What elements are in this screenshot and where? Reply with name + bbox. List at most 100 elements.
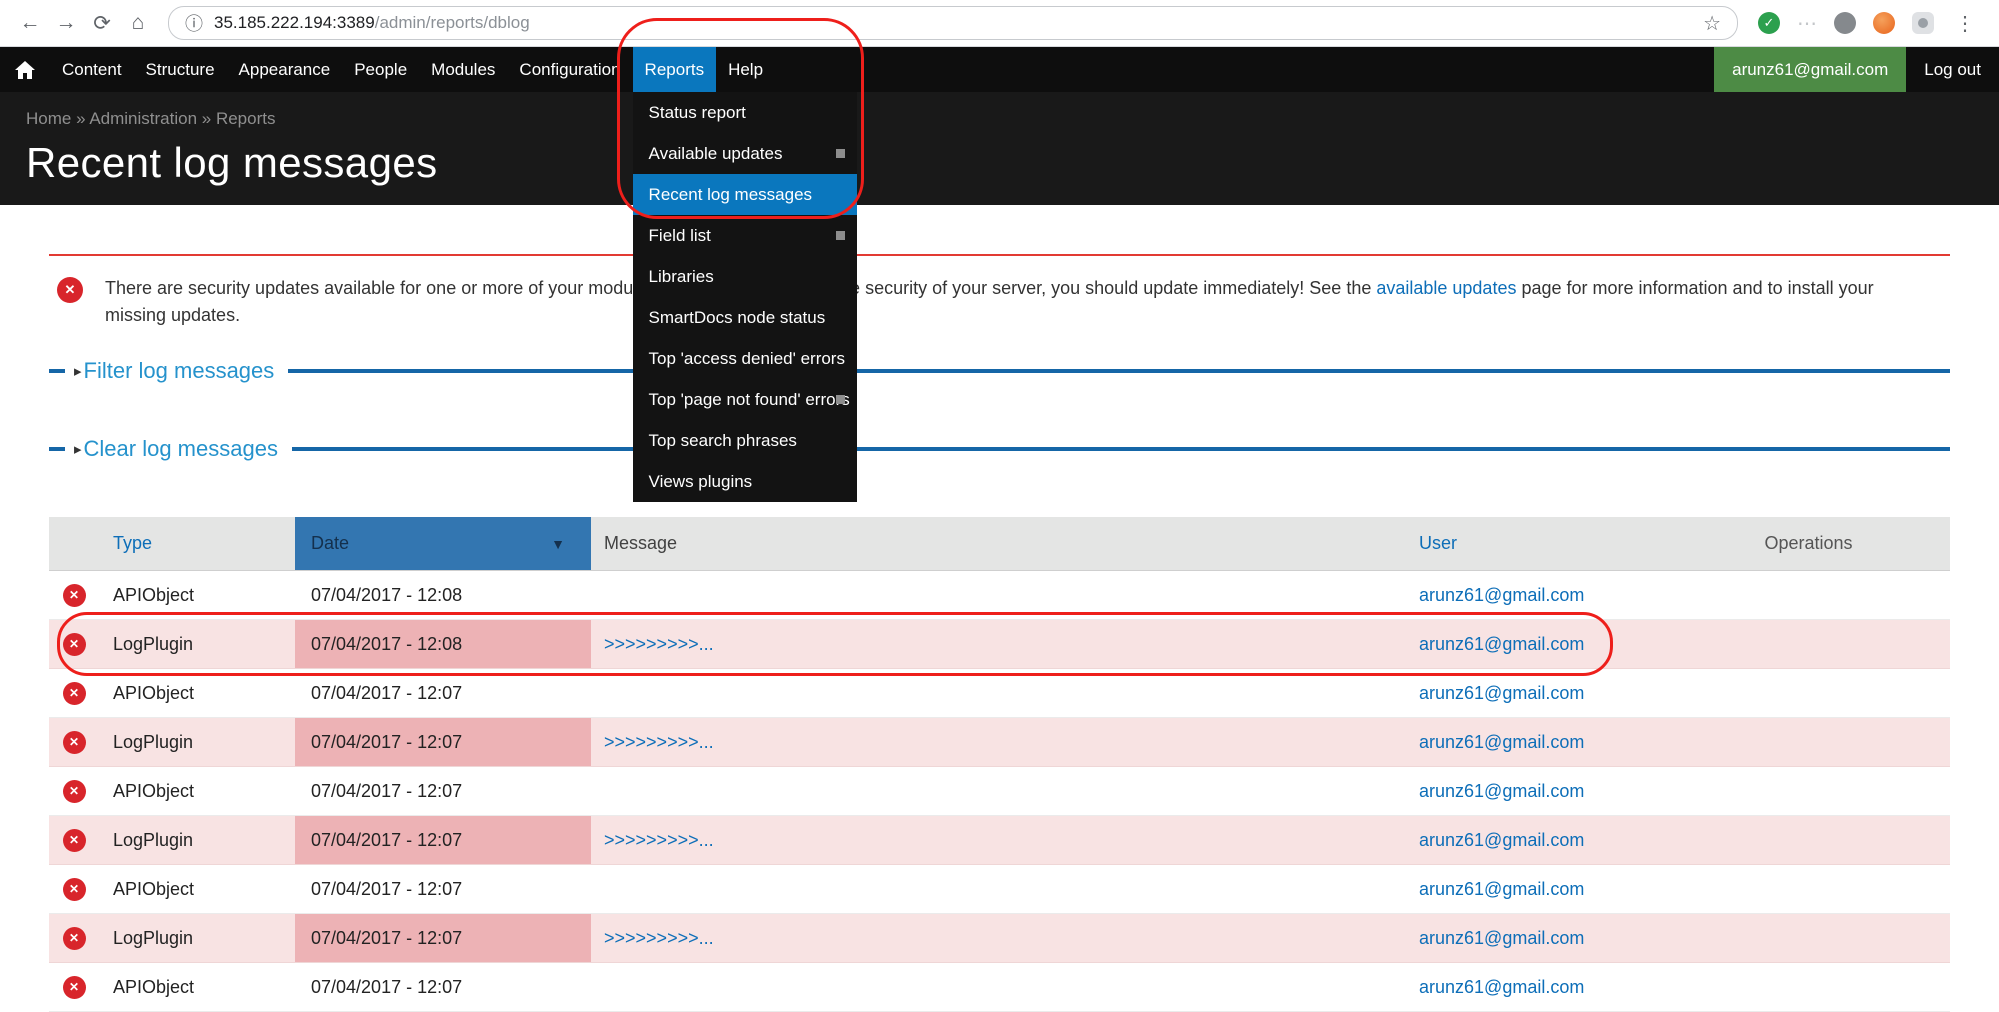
menu-item-field-list[interactable]: Field list [633, 215, 857, 256]
update-indicator-icon [836, 149, 845, 158]
collapse-arrow-icon: ▸ [74, 362, 82, 380]
error-icon: ✕ [63, 731, 86, 754]
menu-item-views-plugins[interactable]: Views plugins [633, 461, 857, 502]
menu-item-libraries[interactable]: Libraries [633, 256, 857, 297]
url-path: /admin/reports/dblog [375, 13, 530, 32]
toolbar-item-modules[interactable]: Modules [419, 47, 507, 92]
menu-item-recent-log-messages[interactable]: Recent log messages [633, 174, 857, 215]
header-type[interactable]: Type [99, 517, 295, 570]
update-indicator-icon [836, 231, 845, 240]
error-icon: ✕ [63, 780, 86, 803]
clear-log-messages-toggle[interactable]: Clear log messages [84, 436, 278, 462]
log-user-cell: arunz61@gmail.com [1399, 571, 1667, 619]
menu-item-top-search-phrases[interactable]: Top search phrases [633, 420, 857, 461]
logout-link[interactable]: Log out [1906, 47, 1999, 92]
breadcrumb-link-reports[interactable]: Reports [216, 109, 276, 128]
header-user-label: User [1419, 533, 1457, 554]
log-message-link[interactable]: >>>>>>>>>... [604, 634, 714, 655]
log-type-cell: APIObject [99, 767, 295, 815]
toolbar-item-label: Modules [431, 60, 495, 80]
user-link[interactable]: arunz61@gmail.com [1419, 830, 1584, 851]
user-link[interactable]: arunz61@gmail.com [1419, 585, 1584, 606]
log-user-cell: arunz61@gmail.com [1399, 620, 1667, 668]
error-icon: ✕ [63, 682, 86, 705]
log-user-cell: arunz61@gmail.com [1399, 816, 1667, 864]
log-message-link[interactable]: >>>>>>>>>... [604, 928, 714, 949]
log-operations-cell [1667, 767, 1950, 815]
toolbar-item-label: Structure [146, 60, 215, 80]
filter-log-messages-toggle[interactable]: Filter log messages [84, 358, 275, 384]
fieldset-clear-log-messages: ▸ Clear log messages [49, 433, 1950, 465]
log-date-cell: 07/04/2017 - 12:07 [295, 914, 591, 962]
extension-orange-icon[interactable] [1873, 12, 1895, 34]
toolbar-item-structure[interactable]: Structure [134, 47, 227, 92]
toolbar-item-help[interactable]: Help [716, 47, 775, 92]
available-updates-link[interactable]: available updates [1376, 278, 1516, 298]
browser-menu-icon[interactable]: ⋮ [1951, 11, 1979, 36]
log-type-cell: LogPlugin [99, 718, 295, 766]
reload-icon[interactable]: ⟳ [84, 11, 120, 36]
log-date-cell: 07/04/2017 - 12:07 [295, 963, 591, 1011]
user-link[interactable]: arunz61@gmail.com [1419, 879, 1584, 900]
log-operations-cell [1667, 963, 1950, 1011]
log-row: ✕APIObject07/04/2017 - 12:07arunz61@gmai… [49, 767, 1950, 816]
menu-item-smartdocs-node-status[interactable]: SmartDocs node status [633, 297, 857, 338]
log-user-cell: arunz61@gmail.com [1399, 914, 1667, 962]
user-link[interactable]: arunz61@gmail.com [1419, 977, 1584, 998]
severity-cell: ✕ [49, 963, 99, 1011]
log-type-cell: APIObject [99, 571, 295, 619]
header-date[interactable]: Date▼ [295, 517, 591, 570]
back-icon[interactable]: ← [12, 11, 48, 35]
toolbar-item-label: Help [728, 60, 763, 80]
user-link[interactable]: arunz61@gmail.com [1419, 732, 1584, 753]
toolbar-home-icon[interactable] [0, 47, 50, 92]
toolbar-item-appearance[interactable]: Appearance [227, 47, 343, 92]
bookmark-star-icon[interactable]: ☆ [1703, 11, 1721, 36]
header-date-label: Date [311, 533, 349, 554]
user-link[interactable]: arunz61@gmail.com [1419, 928, 1584, 949]
toolbar-item-people[interactable]: People [342, 47, 419, 92]
breadcrumb-separator: » [71, 109, 89, 128]
log-message-link[interactable]: >>>>>>>>>... [604, 830, 714, 851]
user-link[interactable]: arunz61@gmail.com [1419, 683, 1584, 704]
breadcrumb-link-administration[interactable]: Administration [89, 109, 197, 128]
log-operations-cell [1667, 669, 1950, 717]
extension-shape-icon[interactable] [1834, 12, 1856, 34]
user-email-badge[interactable]: arunz61@gmail.com [1714, 47, 1906, 92]
toolbar-item-content[interactable]: Content [50, 47, 134, 92]
address-bar[interactable]: ⓘ 35.185.222.194:3389/admin/reports/dblo… [168, 6, 1738, 40]
browser-chrome: ← → ⟳ ⌂ ⓘ 35.185.222.194:3389/admin/repo… [0, 0, 1999, 47]
header-operations: Operations [1667, 517, 1950, 570]
header-user[interactable]: User [1399, 517, 1667, 570]
breadcrumb-link-home[interactable]: Home [26, 109, 71, 128]
severity-cell: ✕ [49, 620, 99, 668]
log-row: ✕APIObject07/04/2017 - 12:07arunz61@gmai… [49, 669, 1950, 718]
log-message-link[interactable]: >>>>>>>>>... [604, 732, 714, 753]
menu-item-top-page-not-found-errors[interactable]: Top 'page not found' errors [633, 379, 857, 420]
log-type-cell: APIObject [99, 963, 295, 1011]
user-link[interactable]: arunz61@gmail.com [1419, 781, 1584, 802]
menu-item-available-updates[interactable]: Available updates [633, 133, 857, 174]
log-row: ✕APIObject07/04/2017 - 12:07 arunz61@gmai… [49, 963, 1950, 1012]
forward-icon[interactable]: → [48, 11, 84, 35]
log-operations-cell [1667, 571, 1950, 619]
log-row: ✕APIObject07/04/2017 - 12:07arunz61@gmai… [49, 865, 1950, 914]
browser-home-icon[interactable]: ⌂ [120, 11, 156, 35]
user-link[interactable]: arunz61@gmail.com [1419, 634, 1584, 655]
fieldset-border-line [288, 369, 1950, 373]
toolbar-item-reports[interactable]: ReportsStatus reportAvailable updatesRec… [633, 47, 717, 92]
extension-dim-icon[interactable]: ⋯ [1797, 11, 1817, 36]
log-row: ✕LogPlugin07/04/2017 - 12:07>>>>>>>>>...… [49, 816, 1950, 865]
error-icon: ✕ [63, 927, 86, 950]
info-icon[interactable]: ⓘ [185, 10, 203, 36]
menu-item-status-report[interactable]: Status report [633, 92, 857, 133]
extension-check-icon[interactable]: ✓ [1758, 12, 1780, 34]
severity-cell: ✕ [49, 816, 99, 864]
log-date-cell: 07/04/2017 - 12:07 [295, 865, 591, 913]
log-operations-cell [1667, 620, 1950, 668]
profile-avatar-icon[interactable] [1912, 12, 1934, 34]
menu-item-top-access-denied-errors[interactable]: Top 'access denied' errors [633, 338, 857, 379]
toolbar-item-configuration[interactable]: Configuration [507, 47, 632, 92]
severity-cell: ✕ [49, 914, 99, 962]
log-user-cell: arunz61@gmail.com [1399, 718, 1667, 766]
